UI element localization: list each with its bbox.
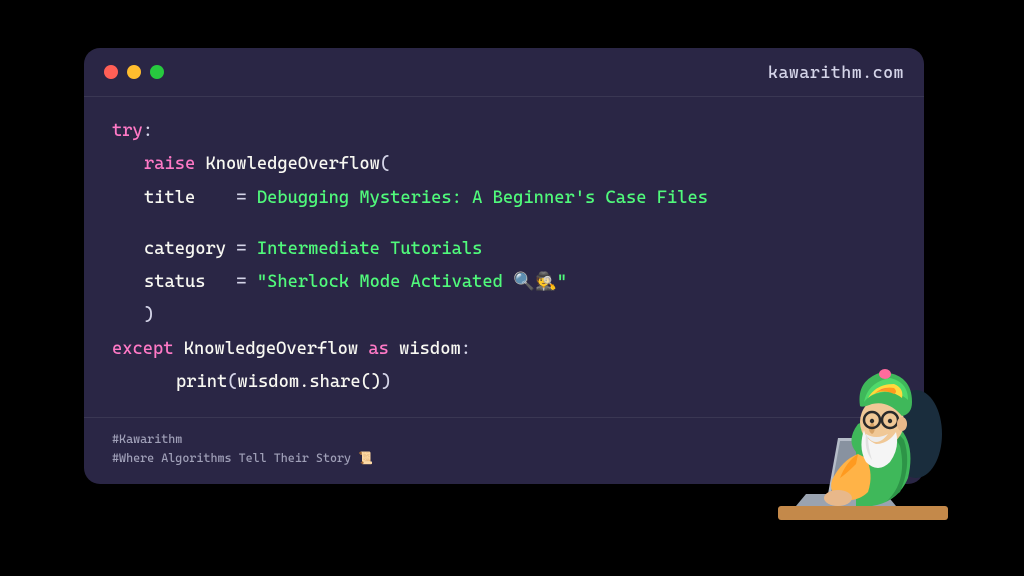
print-arg: wisdom.share() [238,372,382,392]
category-key: category [144,239,226,259]
keyword-as: as [368,339,389,359]
blank-line [112,215,896,233]
eq-sign: = [236,272,246,292]
category-value: Intermediate Tutorials [257,239,483,259]
code-line-try: try: [112,115,896,148]
code-line-title: title = Debugging Mysteries: A Beginner'… [112,182,896,215]
open-paren: ( [380,154,390,174]
code-line-close-paren: ) [112,299,896,332]
code-line-raise: raise KnowledgeOverflow( [112,148,896,181]
code-line-status: status = "Sherlock Mode Activated 🔍🕵️" [112,266,896,299]
maximize-icon[interactable] [150,65,164,79]
traffic-lights [104,65,164,79]
eq-sign: = [236,188,246,208]
exception-name: KnowledgeOverflow [206,154,380,174]
close-icon[interactable] [104,65,118,79]
colon: : [143,121,153,141]
eq-sign: = [236,239,246,259]
keyword-except: except [112,339,174,359]
print-fn: print [176,372,227,392]
keyword-try: try [112,121,143,141]
code-line-category: category = Intermediate Tutorials [112,233,896,266]
status-value: "Sherlock Mode Activated 🔍🕵️" [257,272,567,292]
site-name: kawarithm.com [768,62,904,82]
exception-name-2: KnowledgeOverflow [184,339,358,359]
minimize-icon[interactable] [127,65,141,79]
close-paren: ) [144,305,154,325]
colon-2: : [461,339,471,359]
title-value: Debugging Mysteries: A Beginner's Case F… [257,188,708,208]
titlebar: kawarithm.com [84,48,924,97]
character-illustration [768,344,968,544]
wisdom-var: wisdom [399,339,461,359]
print-open: ( [227,372,237,392]
keyword-raise: raise [144,154,195,174]
print-close: ) [381,372,391,392]
title-key: title [144,188,195,208]
status-key: status [144,272,206,292]
